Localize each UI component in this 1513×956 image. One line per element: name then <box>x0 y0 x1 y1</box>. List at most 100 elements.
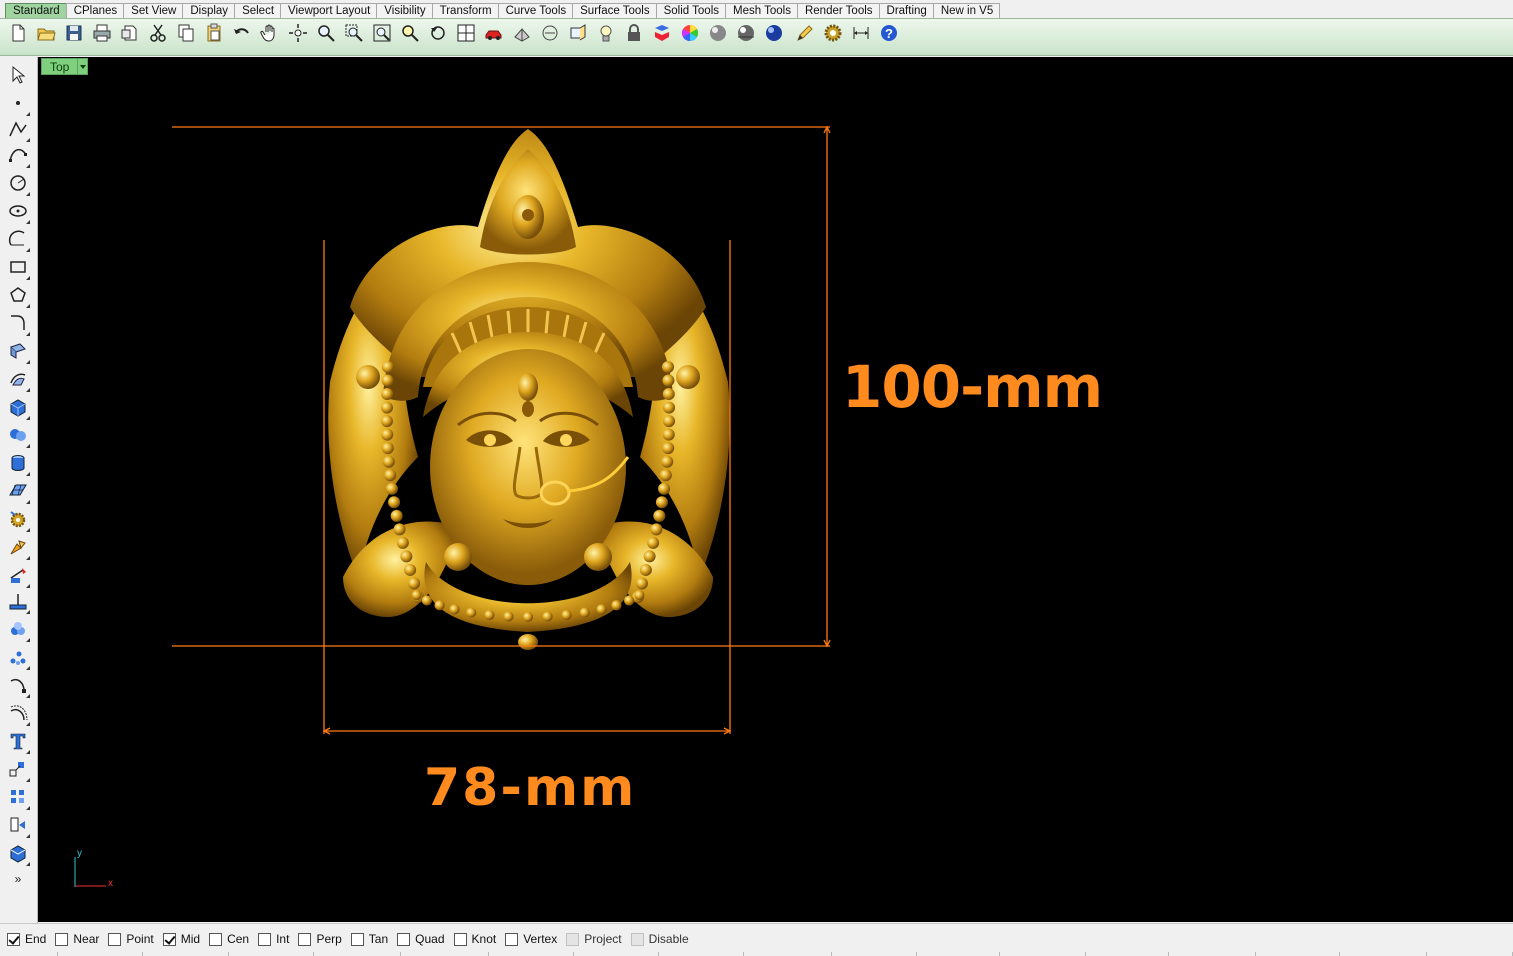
tool-curve-edit[interactable] <box>6 675 30 699</box>
tab-standard[interactable]: Standard <box>5 3 67 18</box>
tool-scatter-points[interactable] <box>6 647 30 671</box>
osnap-point[interactable]: Point <box>108 932 154 946</box>
tool-arc[interactable] <box>6 229 30 253</box>
status-cell[interactable] <box>1000 952 1086 956</box>
zoom-extents-button[interactable] <box>368 22 396 48</box>
status-cell[interactable] <box>917 952 1001 956</box>
tool-polygon[interactable] <box>6 285 30 309</box>
height-dimension-label[interactable]: 100-mm <box>842 353 1103 421</box>
tab-new-in-v5[interactable]: New in V5 <box>932 3 1001 18</box>
tool-polyline[interactable] <box>6 119 30 143</box>
osnap-vertex[interactable]: Vertex <box>505 932 557 946</box>
tool-more-tools[interactable]: » <box>6 869 30 893</box>
tab-render-tools[interactable]: Render Tools <box>796 3 880 18</box>
undo-button[interactable] <box>228 22 256 48</box>
osnap-checkbox[interactable] <box>453 932 467 946</box>
tab-cplanes[interactable]: CPlanes <box>65 3 125 18</box>
tab-curve-tools[interactable]: Curve Tools <box>497 3 574 18</box>
copy-button[interactable] <box>172 22 200 48</box>
zoom-button[interactable] <box>312 22 340 48</box>
open-folder-button[interactable] <box>32 22 60 48</box>
goddess-face-model[interactable] <box>328 129 730 650</box>
pan-hand-button[interactable] <box>256 22 284 48</box>
color-wheel-button[interactable] <box>676 22 704 48</box>
osnap-checkbox[interactable] <box>108 932 122 946</box>
undo-view-button[interactable] <box>424 22 452 48</box>
options-pencil-button[interactable] <box>791 22 819 48</box>
tab-drafting[interactable]: Drafting <box>878 3 934 18</box>
tool-curve[interactable] <box>6 145 30 169</box>
four-viewports-button[interactable] <box>452 22 480 48</box>
zoom-window-button[interactable] <box>340 22 368 48</box>
cut-button[interactable] <box>144 22 172 48</box>
tab-surface-tools[interactable]: Surface Tools <box>572 3 657 18</box>
osnap-quad[interactable]: Quad <box>397 932 445 946</box>
osnap-checkbox[interactable] <box>397 932 411 946</box>
osnap-checkbox[interactable] <box>209 932 223 946</box>
tab-select[interactable]: Select <box>234 3 282 18</box>
paste-button[interactable] <box>200 22 228 48</box>
tool-surface-from-points[interactable] <box>6 341 30 365</box>
status-cell[interactable] <box>229 952 315 956</box>
layer-material-button[interactable] <box>648 22 676 48</box>
new-file-button[interactable] <box>4 22 32 48</box>
osnap-int[interactable]: Int <box>258 932 289 946</box>
osnap-cen[interactable]: Cen <box>209 932 249 946</box>
hide-button[interactable] <box>536 22 564 48</box>
tool-ground-plane[interactable] <box>6 591 30 615</box>
osnap-knot[interactable]: Knot <box>453 932 496 946</box>
tool-dimension-tool[interactable] <box>6 565 30 589</box>
status-cell[interactable] <box>143 952 229 956</box>
help-button[interactable]: ? <box>875 22 903 48</box>
tool-text[interactable] <box>6 731 30 755</box>
tab-transform[interactable]: Transform <box>431 3 499 18</box>
osnap-checkbox[interactable] <box>566 932 580 946</box>
osnap-tan[interactable]: Tan <box>350 932 388 946</box>
status-cell[interactable] <box>401 952 489 956</box>
tab-solid-tools[interactable]: Solid Tools <box>655 3 726 18</box>
status-cell[interactable] <box>58 952 144 956</box>
osnap-checkbox[interactable] <box>55 932 69 946</box>
osnap-perp[interactable]: Perp <box>298 932 342 946</box>
save-button[interactable] <box>60 22 88 48</box>
dimension-button[interactable] <box>847 22 875 48</box>
tool-transform-gear[interactable] <box>6 509 30 533</box>
tool-curve-offset[interactable] <box>6 703 30 727</box>
osnap-checkbox[interactable] <box>350 932 364 946</box>
tool-render-light[interactable] <box>6 537 30 561</box>
tool-ellipse[interactable] <box>6 201 30 225</box>
tool-analysis[interactable] <box>6 619 30 643</box>
osnap-checkbox[interactable] <box>298 932 312 946</box>
rendered-sphere-button[interactable] <box>732 22 760 48</box>
tab-mesh-tools[interactable]: Mesh Tools <box>725 3 798 18</box>
settings-gear-button[interactable] <box>819 22 847 48</box>
show-button[interactable] <box>564 22 592 48</box>
osnap-project[interactable]: Project <box>566 932 622 946</box>
tool-boolean-spheres[interactable] <box>6 425 30 449</box>
viewport-menu-arrow[interactable] <box>78 58 89 75</box>
tool-surface-extrude[interactable] <box>6 369 30 393</box>
tool-group[interactable] <box>6 815 30 839</box>
car-layer-button[interactable] <box>480 22 508 48</box>
tool-mesh-plane[interactable] <box>6 481 30 505</box>
tab-set-view[interactable]: Set View <box>123 3 184 18</box>
tool-array[interactable] <box>6 787 30 811</box>
object-properties-button[interactable] <box>508 22 536 48</box>
status-cell[interactable] <box>574 952 660 956</box>
status-cell[interactable] <box>1086 952 1169 956</box>
tool-box-solid[interactable] <box>6 397 30 421</box>
status-cell[interactable] <box>1256 952 1340 956</box>
status-cell[interactable] <box>659 952 745 956</box>
status-cell[interactable] <box>744 952 832 956</box>
status-cell[interactable] <box>1340 952 1427 956</box>
lock-button[interactable] <box>620 22 648 48</box>
tab-visibility[interactable]: Visibility <box>376 3 433 18</box>
tool-fillet-curve[interactable] <box>6 313 30 337</box>
osnap-checkbox[interactable] <box>505 932 519 946</box>
osnap-near[interactable]: Near <box>55 932 99 946</box>
tool-select-arrow[interactable] <box>6 65 30 89</box>
status-cell[interactable] <box>0 952 59 956</box>
osnap-end[interactable]: End <box>7 932 46 946</box>
light-bulb-button[interactable] <box>592 22 620 48</box>
import-button[interactable] <box>116 22 144 48</box>
